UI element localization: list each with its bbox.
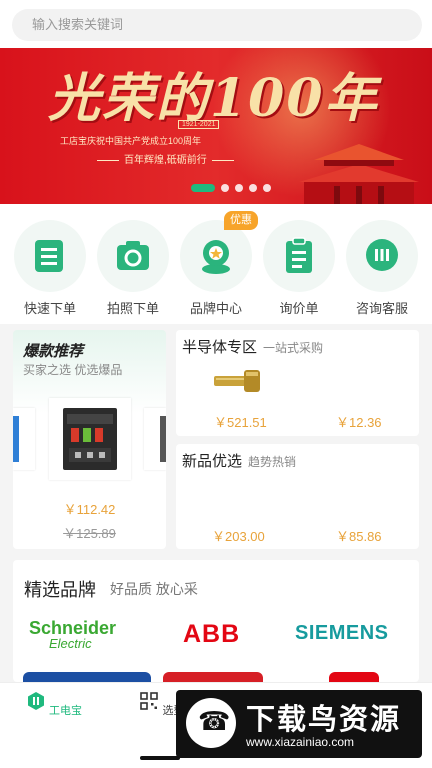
bolt-product-image[interactable] [210, 366, 266, 398]
new-products-header: 新品优选 趋势热销 [182, 450, 296, 471]
brands-title: 精选品牌 [24, 580, 96, 600]
tab-home[interactable]: 工电宝 [24, 691, 84, 718]
quick-menu: 快速下单 拍照下单 品牌中心 询价单 咨询客服 [0, 204, 432, 324]
search-input[interactable]: 输入搜索关键词 [12, 9, 422, 41]
customer-service-button[interactable]: 咨询客服 [346, 220, 418, 320]
semiconductor-title: 半导体专区 [182, 339, 258, 356]
contactor-icon [63, 408, 117, 470]
pagination-dot[interactable] [221, 184, 229, 192]
new-products-card[interactable]: 新品优选 趋势热销 ￥203.00 ￥85.86 [176, 444, 419, 549]
pagination-dot[interactable] [249, 184, 257, 192]
grid-icon [140, 692, 159, 710]
banner-subtitle: 工店宝庆祝中国共产党成立100周年 [60, 136, 202, 146]
photo-order-circle [97, 220, 169, 292]
hot-sale-old-price: ￥125.89 [63, 526, 116, 541]
banner-years: 1921-2021 [178, 120, 220, 129]
schneider-wordmark: Schneider [29, 618, 117, 638]
banner-pagination [0, 184, 432, 194]
camera-icon [117, 241, 149, 270]
tab-home-label: 工电宝 [49, 705, 83, 717]
customer-service-circle [346, 220, 418, 292]
quick-order-circle [14, 220, 86, 292]
semiconductor-subtitle: 一站式采购 [263, 341, 324, 355]
hot-sale-card[interactable]: 爆款推荐 买家之选 优选爆品 ￥112.42 ￥125.89 [13, 330, 166, 549]
pagination-dot[interactable] [235, 184, 243, 192]
hot-sale-price: ￥112.42 [63, 502, 116, 517]
quick-order-button[interactable]: 快速下单 [14, 220, 86, 320]
home-indicator [140, 756, 180, 760]
delixi-logo-partial[interactable] [163, 672, 263, 682]
new-products-price-1: ￥203.00 [212, 529, 265, 544]
watermark-logo-icon [186, 698, 236, 748]
prev-product-thumbnail[interactable] [13, 408, 35, 470]
watermark-url: www.xiazainiao.com [246, 735, 355, 749]
contactor-product-image[interactable] [49, 398, 131, 480]
watermark-overlay: 下载鸟资源 www.xiazainiao.com [176, 690, 422, 758]
brand-center-label: 品牌中心 [189, 301, 242, 316]
new-products-subtitle: 趋势热销 [248, 455, 297, 469]
brand-center-circle [180, 220, 252, 292]
photo-order-label: 拍照下单 [106, 301, 159, 316]
search-bar: 输入搜索关键词 [0, 0, 432, 48]
home-logo-icon [27, 692, 44, 710]
inquiry-button[interactable]: 询价单 [263, 220, 335, 320]
clipboard-icon [286, 237, 312, 273]
watermark-title: 下载鸟资源 [246, 704, 402, 736]
hot-sale-title: 爆款推荐 [23, 343, 84, 360]
promo-banner[interactable]: 光荣的100年 1921-2021 工店宝庆祝中国共产党成立100周年 百年辉煌… [0, 48, 432, 204]
schneider-electric-wordmark: Electric [49, 636, 92, 651]
customer-service-label: 咨询客服 [355, 301, 408, 316]
hot-sale-subtitle: 买家之选 优选爆品 [23, 363, 123, 377]
photo-order-button[interactable]: 拍照下单 [97, 220, 169, 320]
siemens-logo[interactable]: SIEMENS [295, 622, 389, 645]
quick-order-label: 快速下单 [23, 301, 76, 316]
inquiry-label: 询价单 [279, 301, 319, 316]
document-list-icon [35, 240, 63, 272]
pagination-dot-active[interactable] [191, 184, 215, 192]
schneider-logo[interactable]: Schneider Electric [29, 618, 116, 651]
brand-center-button[interactable]: 品牌中心 [180, 220, 252, 320]
chat-bubble-icon [366, 239, 398, 271]
inquiry-circle [263, 220, 335, 292]
semiconductor-price-1: ￥521.51 [214, 415, 267, 430]
semiconductor-header: 半导体专区 一站式采购 [182, 336, 323, 357]
semiconductor-card[interactable]: 半导体专区 一站式采购 ￥521.51 ￥12.36 [176, 330, 419, 436]
discount-badge: 优惠 [224, 211, 258, 230]
pagination-dot[interactable] [263, 184, 271, 192]
semiconductor-price-2: ￥12.36 [336, 415, 382, 430]
omron-logo-partial[interactable] [23, 672, 151, 682]
banner-slogan: 百年辉煌,砥砺前行 [92, 151, 239, 166]
featured-brands-section: 精选品牌 好品质 放心采 Schneider Electric ABB SIEME… [13, 560, 419, 682]
next-product-thumbnail[interactable] [144, 408, 166, 470]
3m-logo-partial[interactable] [329, 672, 379, 682]
abb-logo[interactable]: ABB [183, 620, 240, 649]
new-products-title: 新品优选 [182, 453, 243, 470]
brands-subtitle: 好品质 放心采 [110, 581, 198, 597]
brand-badge-icon [202, 240, 230, 274]
new-products-price-2: ￥85.86 [336, 529, 382, 544]
